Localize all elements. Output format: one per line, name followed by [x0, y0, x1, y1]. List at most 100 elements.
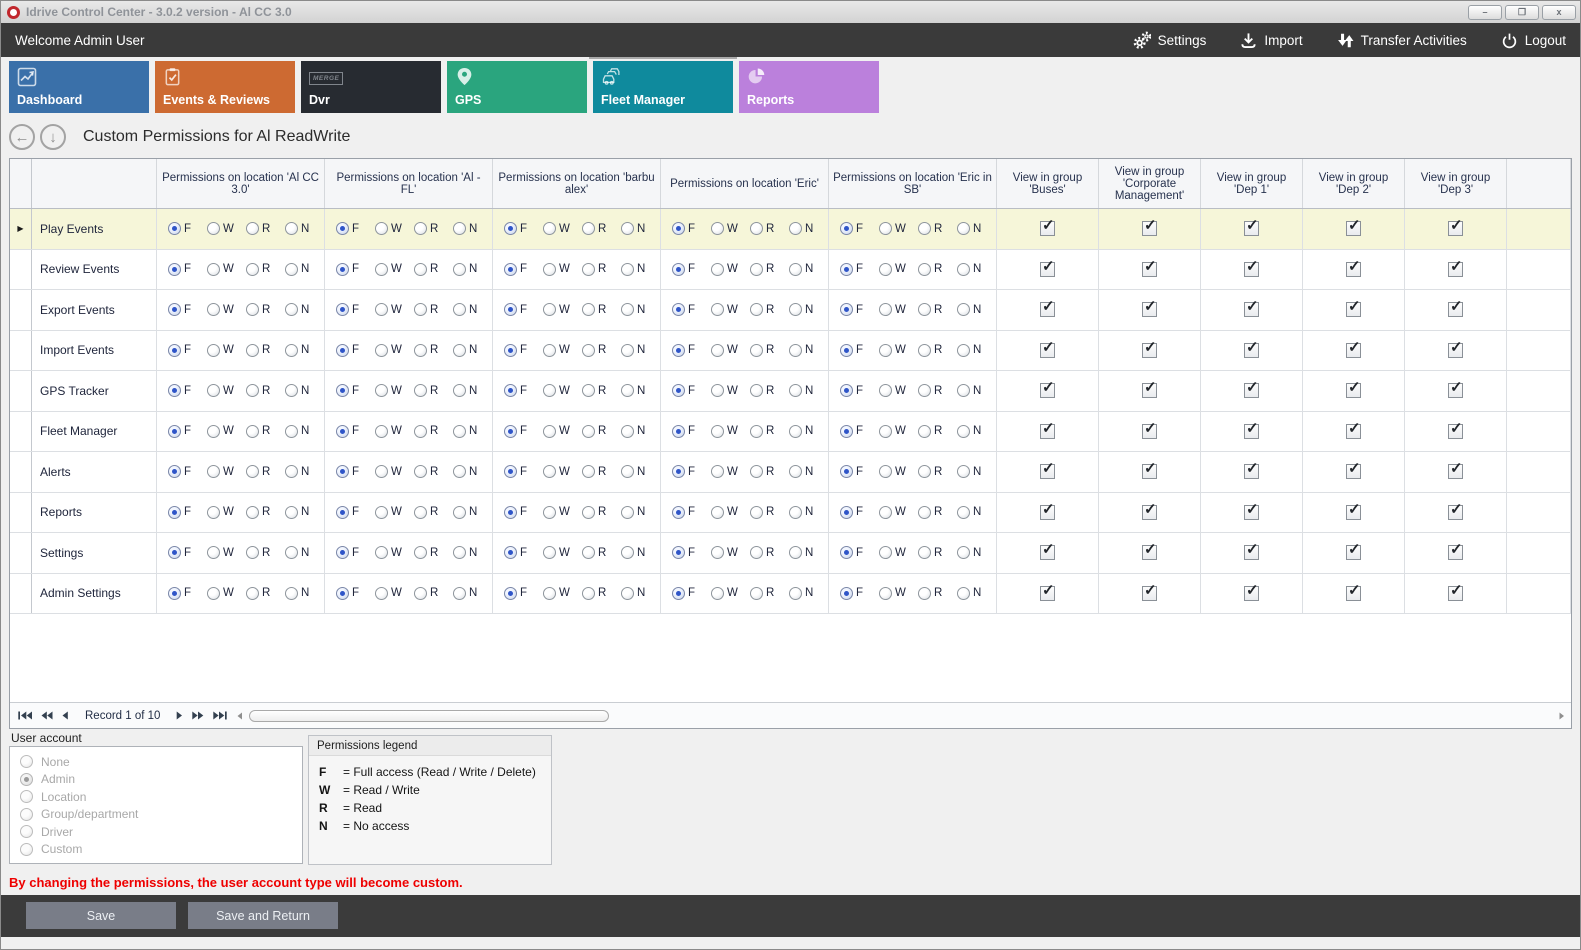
checkbox-checked-icon[interactable]: ✓ — [1448, 383, 1463, 398]
radio-checked-icon[interactable] — [336, 222, 349, 235]
radio-option-N[interactable]: N — [957, 263, 996, 276]
radio-unchecked-icon[interactable] — [285, 384, 298, 397]
radio-checked-icon[interactable] — [840, 546, 853, 559]
header-group-col-3[interactable]: View in group 'Dep 2' — [1303, 159, 1405, 208]
checkbox-checked-icon[interactable]: ✓ — [1346, 343, 1361, 358]
radio-option-N[interactable]: N — [957, 384, 996, 397]
radio-option-R[interactable]: R — [750, 506, 789, 519]
checkbox-checked-icon[interactable]: ✓ — [1346, 464, 1361, 479]
radio-option-W[interactable]: W — [543, 222, 582, 235]
radio-option-N[interactable]: N — [621, 263, 660, 276]
radio-option-R[interactable]: R — [750, 587, 789, 600]
checkbox-checked-icon[interactable]: ✓ — [1142, 545, 1157, 560]
radio-unchecked-icon[interactable] — [285, 222, 298, 235]
radio-option-F[interactable]: F — [504, 263, 543, 276]
radio-option-W[interactable]: W — [879, 263, 918, 276]
radio-option-R[interactable]: R — [414, 587, 453, 600]
radio-option-F[interactable]: F — [168, 344, 207, 357]
radio-option-N[interactable]: N — [285, 303, 324, 316]
radio-option-F[interactable]: F — [504, 222, 543, 235]
radio-option-R[interactable]: R — [246, 425, 285, 438]
radio-unchecked-icon[interactable] — [453, 344, 466, 357]
radio-option-W[interactable]: W — [543, 263, 582, 276]
checkbox-checked-icon[interactable]: ✓ — [1040, 221, 1055, 236]
scroll-right-icon[interactable] — [1559, 707, 1565, 725]
checkbox-checked-icon[interactable]: ✓ — [1040, 464, 1055, 479]
radio-unchecked-icon[interactable] — [918, 506, 931, 519]
radio-option-N[interactable]: N — [789, 344, 828, 357]
radio-unchecked-icon[interactable] — [375, 465, 388, 478]
radio-unchecked-icon[interactable] — [879, 465, 892, 478]
checkbox-checked-icon[interactable]: ✓ — [1346, 424, 1361, 439]
radio-checked-icon[interactable] — [336, 587, 349, 600]
radio-checked-icon[interactable] — [168, 263, 181, 276]
radio-unchecked-icon[interactable] — [879, 344, 892, 357]
maximize-button[interactable]: ❐ — [1505, 5, 1539, 20]
checkbox-checked-icon[interactable]: ✓ — [1040, 505, 1055, 520]
checkbox-checked-icon[interactable]: ✓ — [1244, 302, 1259, 317]
radio-unchecked-icon[interactable] — [918, 465, 931, 478]
radio-unchecked-icon[interactable] — [750, 425, 763, 438]
radio-unchecked-icon[interactable] — [543, 465, 556, 478]
radio-option-F[interactable]: F — [672, 506, 711, 519]
radio-option-N[interactable]: N — [453, 222, 492, 235]
radio-checked-icon[interactable] — [840, 587, 853, 600]
radio-unchecked-icon[interactable] — [285, 587, 298, 600]
radio-option-N[interactable]: N — [621, 506, 660, 519]
radio-option-N[interactable]: N — [285, 263, 324, 276]
radio-option-F[interactable]: F — [504, 344, 543, 357]
checkbox-checked-icon[interactable]: ✓ — [1346, 505, 1361, 520]
radio-option-F[interactable]: F — [840, 425, 879, 438]
radio-option-W[interactable]: W — [207, 222, 246, 235]
radio-unchecked-icon[interactable] — [246, 465, 259, 478]
checkbox-checked-icon[interactable]: ✓ — [1040, 586, 1055, 601]
radio-unchecked-icon[interactable] — [711, 222, 724, 235]
radio-option-R[interactable]: R — [918, 506, 957, 519]
radio-unchecked-icon[interactable] — [453, 303, 466, 316]
checkbox-checked-icon[interactable]: ✓ — [1244, 221, 1259, 236]
radio-unchecked-icon[interactable] — [207, 546, 220, 559]
radio-unchecked-icon[interactable] — [414, 465, 427, 478]
radio-unchecked-icon[interactable] — [711, 384, 724, 397]
radio-unchecked-icon[interactable] — [207, 263, 220, 276]
radio-option-R[interactable]: R — [246, 546, 285, 559]
radio-option-R[interactable]: R — [582, 506, 621, 519]
radio-unchecked-icon[interactable] — [20, 755, 33, 768]
radio-option-N[interactable]: N — [789, 263, 828, 276]
radio-unchecked-icon[interactable] — [543, 384, 556, 397]
radio-unchecked-icon[interactable] — [375, 425, 388, 438]
radio-option-N[interactable]: N — [957, 546, 996, 559]
radio-checked-icon[interactable] — [504, 344, 517, 357]
radio-option-F[interactable]: F — [168, 506, 207, 519]
radio-option-R[interactable]: R — [750, 222, 789, 235]
radio-checked-icon[interactable] — [168, 506, 181, 519]
radio-checked-icon[interactable] — [672, 344, 685, 357]
radio-option-N[interactable]: N — [453, 465, 492, 478]
table-row[interactable]: ▶Play EventsFWRNFWRNFWRNFWRNFWRN✓✓✓✓✓ — [10, 209, 1571, 250]
radio-option-F[interactable]: F — [504, 303, 543, 316]
radio-unchecked-icon[interactable] — [246, 425, 259, 438]
radio-unchecked-icon[interactable] — [375, 506, 388, 519]
radio-unchecked-icon[interactable] — [453, 465, 466, 478]
radio-checked-icon[interactable] — [504, 465, 517, 478]
radio-option-W[interactable]: W — [711, 587, 750, 600]
radio-option-N[interactable]: N — [789, 425, 828, 438]
radio-option-W[interactable]: W — [879, 465, 918, 478]
radio-option-W[interactable]: W — [543, 425, 582, 438]
checkbox-checked-icon[interactable]: ✓ — [1244, 586, 1259, 601]
radio-unchecked-icon[interactable] — [750, 344, 763, 357]
radio-unchecked-icon[interactable] — [711, 465, 724, 478]
radio-option-N[interactable]: N — [621, 425, 660, 438]
radio-option-R[interactable]: R — [918, 465, 957, 478]
radio-unchecked-icon[interactable] — [375, 263, 388, 276]
radio-checked-icon[interactable] — [672, 263, 685, 276]
radio-option-N[interactable]: N — [285, 384, 324, 397]
radio-option-W[interactable]: W — [543, 384, 582, 397]
radio-option-R[interactable]: R — [414, 384, 453, 397]
horizontal-scrollbar[interactable] — [237, 707, 1565, 725]
radio-option-F[interactable]: F — [336, 587, 375, 600]
radio-unchecked-icon[interactable] — [711, 344, 724, 357]
radio-checked-icon[interactable] — [840, 465, 853, 478]
down-button[interactable]: ↓ — [40, 124, 66, 150]
checkbox-checked-icon[interactable]: ✓ — [1448, 262, 1463, 277]
